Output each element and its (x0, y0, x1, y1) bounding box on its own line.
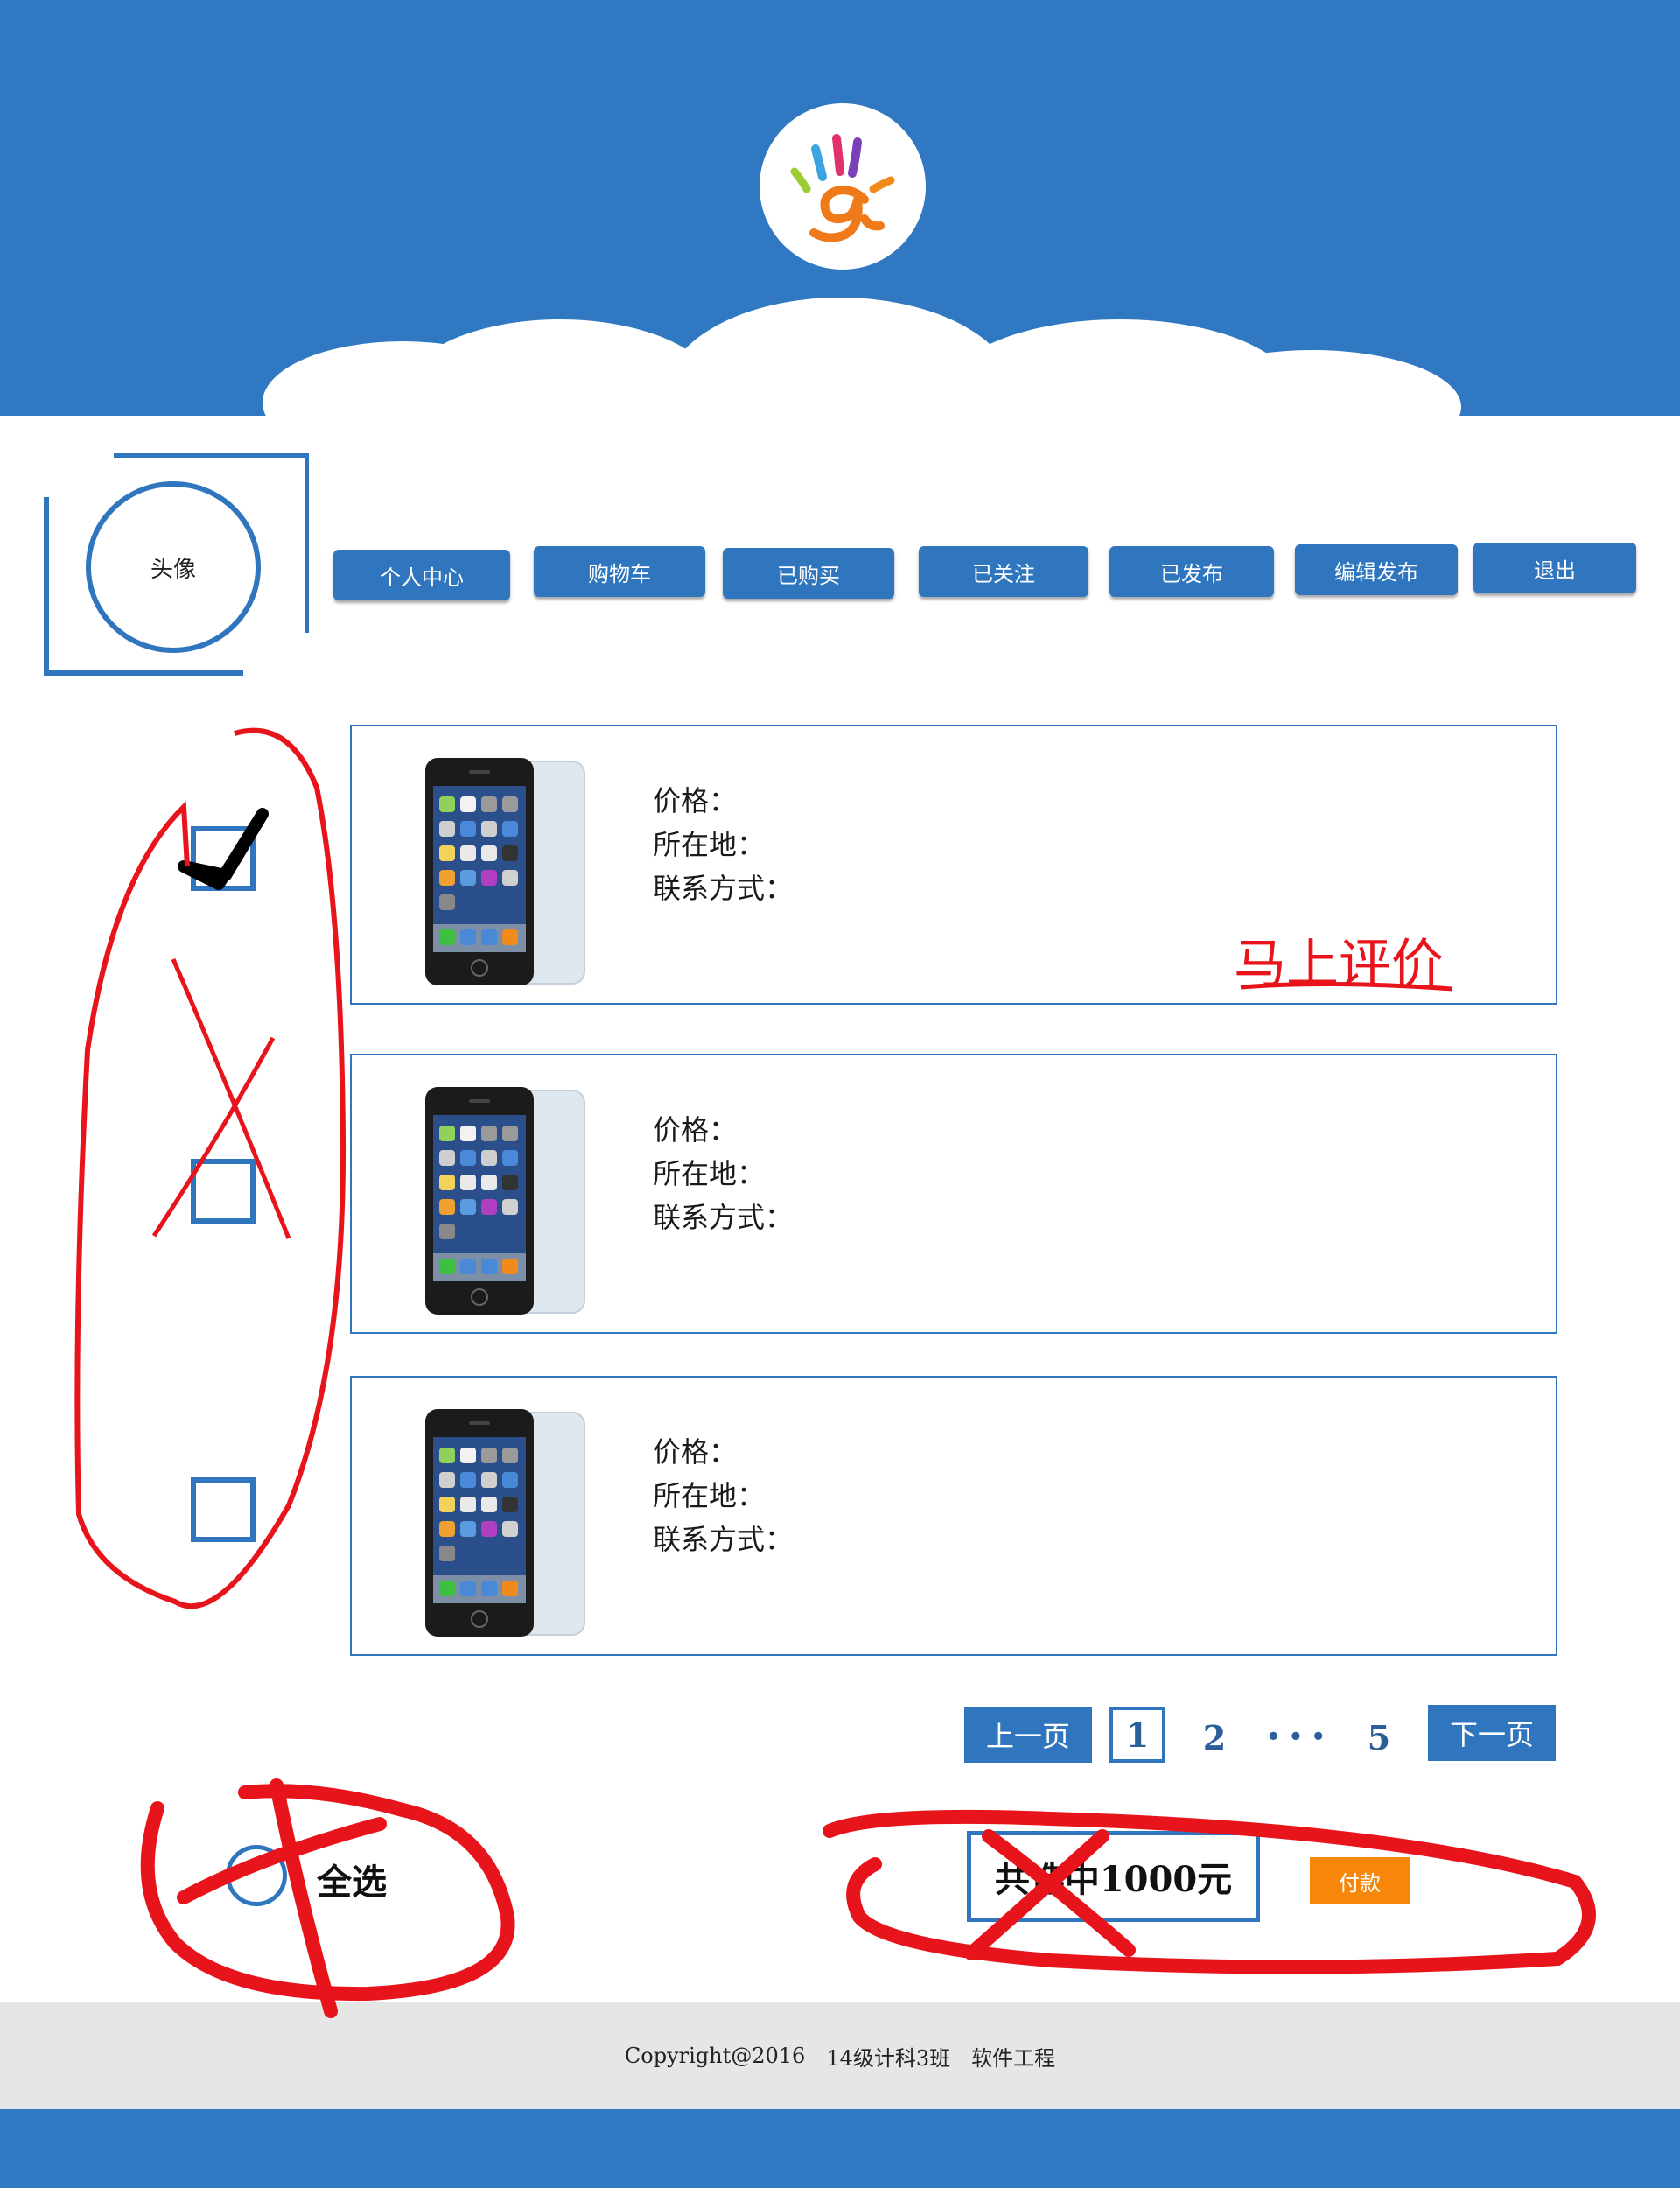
cloud-decoration (262, 298, 1461, 416)
selected-total-text: 共选中1000元 (994, 1859, 1233, 1900)
bottom-strip (0, 2109, 1680, 2188)
page-number: 5 (1367, 1717, 1391, 1757)
nav-label: 已发布 (1160, 561, 1223, 586)
iphone-image (425, 1409, 585, 1637)
page-1-button[interactable]: 1 (1110, 1707, 1166, 1763)
location-label: 所在地： (653, 828, 766, 861)
price-label: 价格： (653, 784, 738, 817)
select-all-label: 全选 (317, 1862, 387, 1903)
nav-logout-button[interactable]: 退出 (1474, 543, 1636, 593)
footer: Copyright@2016 14级计科3班 软件工程 (0, 2002, 1680, 2109)
contact-label: 联系方式： (653, 1201, 794, 1234)
product-card[interactable]: 价格： 所在地： 联系方式： (350, 725, 1558, 1005)
class-text: 14级计科3班 (826, 2045, 951, 2071)
iphone-image (425, 1087, 585, 1315)
location-label: 所在地： (653, 1479, 766, 1512)
next-page-button[interactable]: 下一页 (1428, 1705, 1556, 1761)
selected-total: 共选中1000元 (967, 1831, 1260, 1922)
nav-label: 编辑发布 (1334, 559, 1418, 585)
course-text: 软件工程 (971, 2045, 1056, 2071)
avatar[interactable]: 头像 (86, 481, 261, 653)
next-page-label: 下一页 (1449, 1718, 1534, 1751)
nav-purchased-button[interactable]: 已购买 (723, 548, 894, 599)
pay-label: 付款 (1339, 1870, 1381, 1896)
nav-label: 退出 (1534, 558, 1576, 583)
product-card[interactable]: 价格： 所在地： 联系方式： (350, 1054, 1558, 1334)
header-banner (0, 0, 1680, 416)
prev-page-button[interactable]: 上一页 (964, 1707, 1092, 1763)
nav-label: 个人中心 (380, 565, 464, 590)
ellipsis-text: • • • (1266, 1724, 1326, 1750)
contact-label: 联系方式： (653, 872, 794, 905)
nav-cart-button[interactable]: 购物车 (534, 546, 705, 597)
page-2-button[interactable]: 2 (1197, 1711, 1232, 1764)
nav-published-button[interactable]: 已发布 (1110, 546, 1274, 597)
nav-following-button[interactable]: 已关注 (919, 546, 1088, 597)
nav-edit-publish-button[interactable]: 编辑发布 (1295, 544, 1458, 595)
select-all-radio[interactable] (226, 1845, 287, 1906)
product-checkbox[interactable] (191, 826, 256, 891)
product-checkbox[interactable] (191, 1159, 256, 1224)
nav-label: 购物车 (588, 561, 651, 586)
hand-paint-logo-icon (790, 134, 895, 242)
price-label: 价格： (653, 1113, 738, 1147)
site-logo[interactable] (760, 103, 926, 270)
copyright-text: Copyright@2016 (624, 2044, 806, 2068)
prev-page-label: 上一页 (985, 1720, 1070, 1753)
contact-label: 联系方式： (653, 1523, 794, 1556)
page-number: 1 (1125, 1715, 1150, 1755)
product-card[interactable]: 价格： 所在地： 联系方式： (350, 1376, 1558, 1656)
location-label: 所在地： (653, 1157, 766, 1190)
product-info: 价格： 所在地： 联系方式： (653, 779, 793, 910)
page-ellipsis: • • • (1248, 1711, 1344, 1764)
nav-label: 已关注 (972, 561, 1035, 586)
product-checkbox[interactable] (191, 1477, 256, 1542)
page-5-button[interactable]: 5 (1362, 1711, 1396, 1764)
nav-label: 已购买 (777, 563, 840, 588)
nav-personal-center-button[interactable]: 个人中心 (333, 550, 510, 600)
iphone-image (425, 758, 585, 985)
product-info: 价格： 所在地： 联系方式： (653, 1430, 793, 1561)
avatar-label: 头像 (150, 556, 196, 583)
pay-button[interactable]: 付款 (1310, 1857, 1410, 1904)
page-number: 2 (1202, 1717, 1227, 1757)
price-label: 价格： (653, 1435, 738, 1469)
product-info: 价格： 所在地： 联系方式： (653, 1108, 793, 1239)
